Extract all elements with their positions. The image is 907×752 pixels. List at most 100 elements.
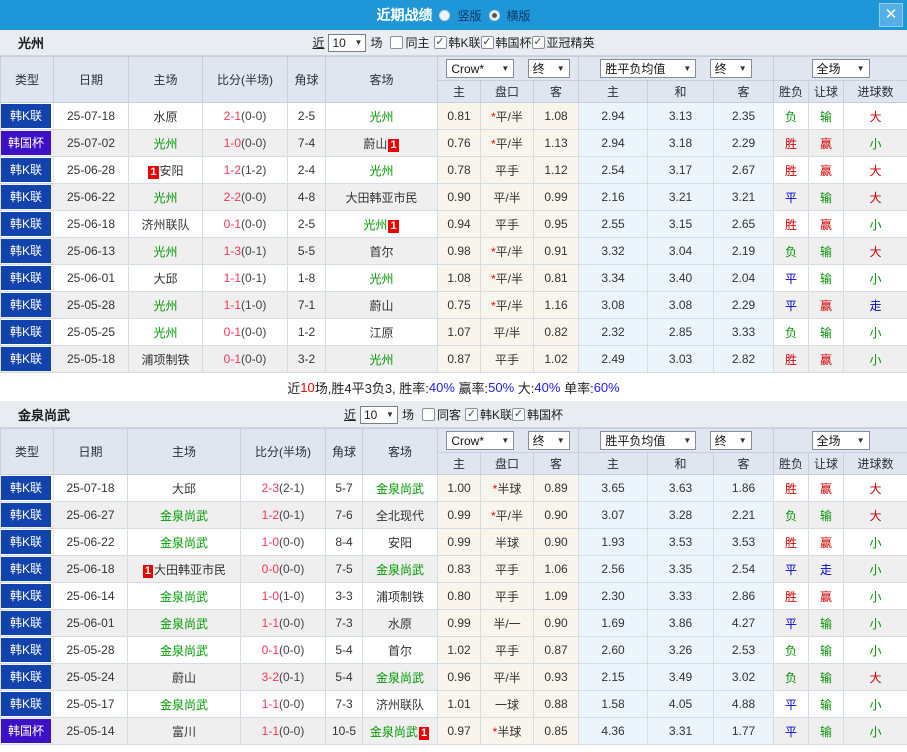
avg-draw-cell: 3.15 <box>647 210 714 238</box>
avg-draw-cell: 3.33 <box>647 582 714 610</box>
scope-select[interactable]: 全场 ▼ <box>811 59 870 78</box>
home-team-cell: 金泉尚武 <box>127 609 241 637</box>
avg-select[interactable]: 胜平负均值 ▼ <box>600 59 697 78</box>
score-cell: 1-1(1-0) <box>202 291 288 319</box>
wdl-result-cell: 胜 <box>773 582 810 610</box>
corner-cell: 8-4 <box>325 528 363 556</box>
league-label: 韩国杯 <box>495 36 532 50</box>
checkbox-icon[interactable] <box>480 36 494 49</box>
company-final-select[interactable]: 终 ▼ <box>527 431 570 450</box>
result-label: 平 <box>785 724 798 739</box>
result-label: 大 <box>869 481 882 496</box>
subcol-goals: 进球数 <box>843 80 907 103</box>
handicap-result-cell: 输 <box>808 690 845 718</box>
result-label: 大 <box>869 670 882 685</box>
company-final-select[interactable]: 终 ▼ <box>527 59 570 78</box>
fulltime-score: 1-0 <box>223 136 241 150</box>
summary-segment: 单率: <box>560 380 594 396</box>
league-type-cell: 韩国杯 <box>0 717 54 745</box>
fulltime-score: 0-1 <box>223 217 241 231</box>
fulltime-score: 1-1 <box>223 298 241 312</box>
league-type-badge: 韩K联 <box>1 158 51 182</box>
scope-select[interactable]: 全场 ▼ <box>811 431 870 450</box>
checkbox-icon[interactable] <box>512 408 526 421</box>
corner-cell: 7-3 <box>325 609 363 637</box>
result-label: 赢 <box>820 352 833 367</box>
league-checkbox[interactable]: 韩国杯 <box>512 406 563 423</box>
halftime-score: (0-0) <box>241 217 267 231</box>
league-type-badge: 韩国杯 <box>1 719 51 743</box>
league-filters: 韩K联韩国杯亚冠精英 <box>433 34 595 51</box>
fulltime-score: 1-3 <box>223 244 241 258</box>
avg-final-select[interactable]: 终 ▼ <box>709 59 752 78</box>
league-checkbox[interactable]: 韩K联 <box>433 34 481 51</box>
team-label: 大邱 <box>153 271 178 286</box>
near-link[interactable]: 近 <box>344 406 356 423</box>
summary-segment: 60% <box>593 379 620 395</box>
odds-home-cell: 0.98 <box>437 237 481 265</box>
league-checkbox[interactable]: 韩K联 <box>465 406 512 423</box>
match-date: 25-07-18 <box>53 474 128 502</box>
match-row: 韩K联 25-07-18 大邱 2-3(2-1) 5-7 金泉尚武 1.00 *半球 0.89 3… <box>0 474 907 502</box>
corner-cell: 5-4 <box>325 663 363 691</box>
team-label: 首尔 <box>369 244 394 259</box>
near-link[interactable]: 近 <box>312 34 324 51</box>
same-side-checkbox[interactable]: 同客 <box>421 406 461 423</box>
avg-odds-group: 胜平负均值 ▼ 终 ▼ <box>577 56 775 81</box>
handicap-label: 平/半 <box>495 508 523 523</box>
column-header-corner: 角球 <box>287 56 326 103</box>
radio-vertical-layout[interactable] <box>439 9 451 21</box>
team-label: 光州 <box>369 163 394 178</box>
same-side-checkbox[interactable]: 同主 <box>390 34 430 51</box>
checkbox-icon[interactable] <box>465 408 478 421</box>
league-type-badge: 韩K联 <box>1 692 51 716</box>
odds-home-cell: 0.81 <box>437 102 481 130</box>
avg-away-cell: 2.53 <box>712 636 775 664</box>
away-team-cell: 光州 <box>325 102 438 130</box>
odds-away-cell: 0.90 <box>533 609 579 637</box>
corner-cell: 7-3 <box>325 690 363 718</box>
avg-draw-cell: 3.40 <box>647 264 714 292</box>
result-label: 平 <box>785 616 798 631</box>
away-team-cell: 首尔 <box>362 636 438 664</box>
match-count-select[interactable]: 10 ▼ <box>328 33 367 52</box>
checkbox-icon[interactable] <box>433 36 447 49</box>
checkbox-icon[interactable] <box>421 408 435 421</box>
match-count-select[interactable]: 10 ▼ <box>359 405 398 424</box>
avg-away-cell: 2.19 <box>712 237 775 265</box>
halftime-score: (1-2) <box>241 163 267 177</box>
league-checkbox[interactable]: 韩国杯 <box>480 34 532 51</box>
result-group: 全场 ▼ <box>773 56 907 81</box>
handicap-result-cell: 赢 <box>808 129 845 157</box>
checkbox-icon[interactable] <box>390 36 404 49</box>
avg-final-select[interactable]: 终 ▼ <box>709 431 752 450</box>
filter-bar: 近 10 ▼ 场 同客 韩K联韩国杯 <box>344 405 563 424</box>
company-select[interactable]: Crow* ▼ <box>446 59 515 78</box>
goals-result-cell: 小 <box>843 210 907 238</box>
odds-away-cell: 0.99 <box>533 183 579 211</box>
handicap-cell: *半球 <box>480 474 534 502</box>
unit-label: 场 <box>401 408 414 422</box>
radio-horizontal-label[interactable]: 横版 <box>507 7 531 24</box>
avg-home-cell: 2.54 <box>578 156 648 184</box>
avg-home-cell: 3.65 <box>578 474 648 502</box>
score-cell: 1-1(0-0) <box>240 690 326 718</box>
goals-result-cell: 大 <box>843 156 907 184</box>
result-label: 小 <box>869 352 882 367</box>
away-team-cell: 济州联队 <box>362 690 438 718</box>
fulltime-score: 1-1 <box>223 271 241 285</box>
halftime-score: (2-1) <box>279 481 305 495</box>
red-badge: 1 <box>388 219 399 233</box>
home-team-cell: 富川 <box>127 717 241 745</box>
checkbox-icon[interactable] <box>531 36 545 49</box>
league-checkbox[interactable]: 亚冠精英 <box>531 34 595 51</box>
avg-away-cell: 1.77 <box>712 717 775 745</box>
radio-vertical-label[interactable]: 竖版 <box>457 7 481 24</box>
radio-horizontal-layout[interactable] <box>488 9 500 21</box>
close-button[interactable]: ✕ <box>879 3 903 27</box>
record-summary: 近 10 场,胜4平3负3, 胜率: 40% 赢率: 50% 大: 40% 单率: 60% <box>0 373 907 402</box>
avg-select[interactable]: 胜平负均值 ▼ <box>600 431 697 450</box>
wdl-result-cell: 平 <box>773 690 810 718</box>
match-date: 25-06-01 <box>53 609 128 637</box>
company-select[interactable]: Crow* ▼ <box>446 431 515 450</box>
